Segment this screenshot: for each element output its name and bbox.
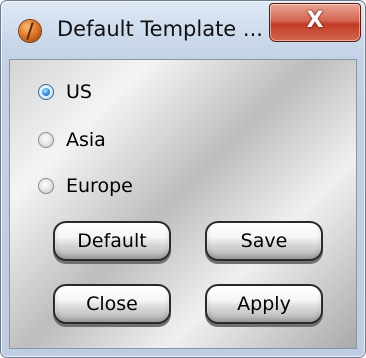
- apply-button[interactable]: Apply: [205, 284, 323, 324]
- radio-label: Europe: [66, 175, 133, 197]
- default-button[interactable]: Default: [53, 221, 171, 261]
- region-option-europe[interactable]: Europe: [38, 173, 133, 199]
- dialog-window: Default Template ... X US Asia Europe De…: [0, 0, 366, 358]
- dialog-content: US Asia Europe Default Save Close Apply: [9, 59, 357, 349]
- title-bar[interactable]: Default Template ... X: [1, 1, 365, 59]
- region-option-us[interactable]: US: [38, 79, 92, 105]
- window-title: Default Template ...: [57, 17, 263, 41]
- radio-button[interactable]: [38, 178, 54, 194]
- radio-label: Asia: [66, 129, 106, 151]
- radio-button[interactable]: [38, 132, 54, 148]
- radio-button-checked[interactable]: [38, 84, 54, 100]
- radio-label: US: [66, 81, 92, 103]
- close-icon: X: [306, 8, 324, 33]
- orange-globe-icon: [19, 20, 41, 42]
- save-button[interactable]: Save: [205, 221, 323, 261]
- window-close-button[interactable]: X: [269, 3, 361, 42]
- close-button[interactable]: Close: [53, 284, 171, 324]
- region-option-asia[interactable]: Asia: [38, 127, 106, 153]
